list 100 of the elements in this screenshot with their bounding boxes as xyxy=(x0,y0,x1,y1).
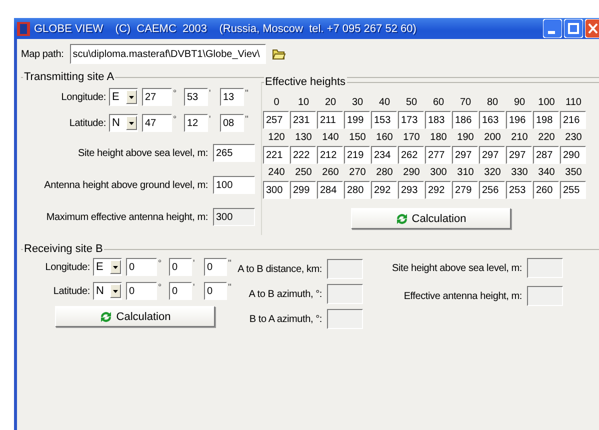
height-field[interactable]: 255 xyxy=(560,181,586,199)
group-title: Transmitting site A xyxy=(23,71,116,83)
angle-label: 90 xyxy=(512,96,526,110)
input-field[interactable]: 265 xyxy=(213,144,255,162)
result-field[interactable] xyxy=(527,286,563,306)
height-field[interactable]: 216 xyxy=(560,111,586,129)
height-field[interactable]: 284 xyxy=(317,181,343,199)
angle-label: 330 xyxy=(510,166,529,180)
coordinate-field[interactable]: 27 xyxy=(142,88,172,106)
angle-label: 170 xyxy=(402,131,421,145)
height-field[interactable]: 221 xyxy=(263,146,289,164)
coordinate-field[interactable]: 47 xyxy=(142,114,172,132)
angle-label: 200 xyxy=(483,131,502,145)
map-path-label: Map path: xyxy=(21,48,64,60)
hemisphere-dropdown[interactable]: N xyxy=(93,282,122,300)
unit-mark: ° xyxy=(172,88,178,98)
angle-label: 60 xyxy=(432,96,446,110)
height-field[interactable]: 253 xyxy=(506,181,532,199)
map-path-field[interactable]: scu\diploma.masteraf\DVBT1\Globe_Viev\ xyxy=(70,44,266,64)
angle-label: 310 xyxy=(456,166,475,180)
calculation-button[interactable]: Calculation xyxy=(55,306,215,327)
height-field[interactable]: 300 xyxy=(263,181,289,199)
angle-label: 0 xyxy=(272,96,280,110)
coordinate-field[interactable]: 08 xyxy=(220,114,244,132)
angle-label: 340 xyxy=(537,166,556,180)
height-field[interactable]: 231 xyxy=(290,111,316,129)
height-field[interactable]: 186 xyxy=(452,111,478,129)
angle-label: 180 xyxy=(429,131,448,145)
unit-mark: ' xyxy=(192,282,196,292)
angle-label: 160 xyxy=(375,131,394,145)
height-field[interactable]: 297 xyxy=(452,146,478,164)
angle-label: 110 xyxy=(564,96,582,110)
angle-label: 150 xyxy=(348,131,367,145)
height-field[interactable]: 212 xyxy=(317,146,343,164)
angle-label: 350 xyxy=(564,166,583,180)
angle-label: 290 xyxy=(402,166,421,180)
angle-label: 270 xyxy=(348,166,367,180)
coordinate-field[interactable]: 12 xyxy=(184,114,208,132)
hemisphere-dropdown[interactable]: E xyxy=(109,88,138,106)
result-field[interactable] xyxy=(327,284,363,304)
height-field[interactable]: 279 xyxy=(452,181,478,199)
result-field[interactable] xyxy=(327,309,363,329)
close-icon[interactable] xyxy=(585,19,599,38)
unit-mark: '' xyxy=(244,88,250,98)
input-field[interactable]: 100 xyxy=(213,176,255,194)
height-field[interactable]: 219 xyxy=(344,146,370,164)
height-field[interactable]: 196 xyxy=(506,111,532,129)
readonly-field[interactable]: 300 xyxy=(213,208,255,226)
coordinate-field[interactable]: 0 xyxy=(169,282,192,300)
dropdown-arrow-icon xyxy=(113,266,118,268)
height-field[interactable]: 260 xyxy=(533,181,559,199)
result-field[interactable] xyxy=(327,259,363,279)
height-field[interactable]: 292 xyxy=(371,181,397,199)
coordinate-field[interactable]: 0 xyxy=(204,258,227,276)
height-field[interactable]: 173 xyxy=(398,111,424,129)
hemisphere-dropdown[interactable]: N xyxy=(109,114,138,132)
maximize-icon[interactable] xyxy=(564,19,583,38)
height-field[interactable]: 293 xyxy=(398,181,424,199)
height-field[interactable]: 198 xyxy=(533,111,559,129)
angle-label: 20 xyxy=(324,96,338,110)
height-field[interactable]: 292 xyxy=(425,181,451,199)
height-field[interactable]: 199 xyxy=(344,111,370,129)
folder-icon[interactable] xyxy=(272,47,286,61)
height-field[interactable]: 163 xyxy=(479,111,505,129)
coordinate-field[interactable]: 0 xyxy=(126,282,157,300)
height-field[interactable]: 257 xyxy=(263,111,289,129)
angle-label: 140 xyxy=(321,131,340,145)
group-title: Effective heights xyxy=(264,76,347,88)
coordinate-field[interactable]: 0 xyxy=(169,258,192,276)
height-field[interactable]: 211 xyxy=(317,111,343,129)
height-field[interactable]: 277 xyxy=(425,146,451,164)
angle-label: 30 xyxy=(350,96,364,110)
coordinate-field[interactable]: 0 xyxy=(204,282,227,300)
height-field[interactable]: 287 xyxy=(533,146,559,164)
field-label: Antenna height above ground level, m: xyxy=(44,180,208,190)
refresh-icon xyxy=(99,310,114,324)
coordinate-field[interactable]: 0 xyxy=(126,258,157,276)
app-icon xyxy=(17,22,30,36)
angle-label: 240 xyxy=(267,166,286,180)
height-field[interactable]: 290 xyxy=(560,146,586,164)
height-field[interactable]: 262 xyxy=(398,146,424,164)
unit-mark: ' xyxy=(208,114,212,124)
height-field[interactable]: 183 xyxy=(425,111,451,129)
coordinate-field[interactable]: 13 xyxy=(220,88,244,106)
result-field[interactable] xyxy=(527,258,563,278)
calculation-button[interactable]: Calculation xyxy=(350,208,510,229)
height-field[interactable]: 234 xyxy=(371,146,397,164)
height-field[interactable]: 297 xyxy=(479,146,505,164)
angle-label: 220 xyxy=(537,131,556,145)
unit-mark: '' xyxy=(244,114,250,124)
height-field[interactable]: 299 xyxy=(290,181,316,199)
minimize-icon[interactable] xyxy=(543,19,562,38)
hemisphere-dropdown[interactable]: E xyxy=(93,258,122,276)
height-field[interactable]: 153 xyxy=(371,111,397,129)
height-field[interactable]: 280 xyxy=(344,181,370,199)
dropdown-arrow-icon xyxy=(129,96,134,98)
height-field[interactable]: 256 xyxy=(479,181,505,199)
coordinate-field[interactable]: 53 xyxy=(184,88,208,106)
height-field[interactable]: 222 xyxy=(290,146,316,164)
height-field[interactable]: 297 xyxy=(506,146,532,164)
